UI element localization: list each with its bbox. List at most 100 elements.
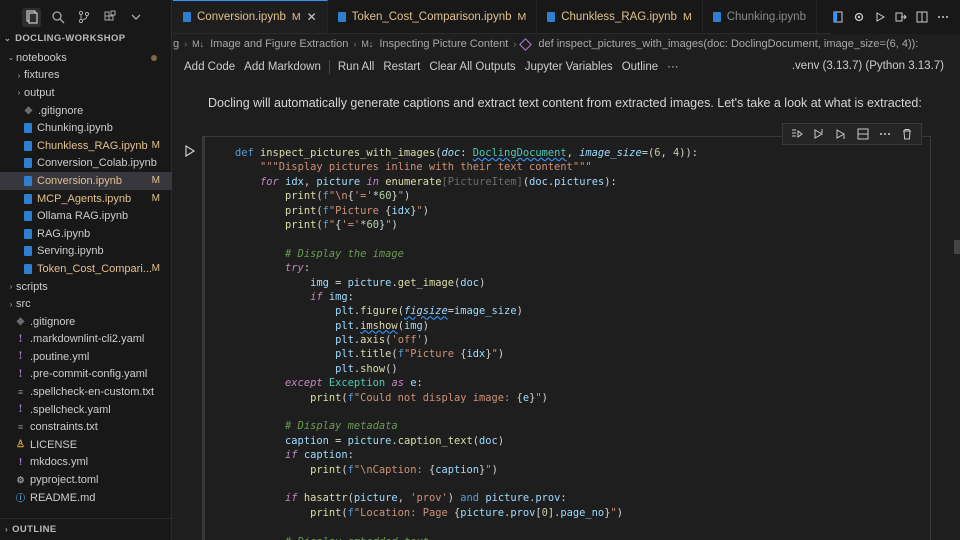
gear-icon[interactable]: [852, 10, 866, 24]
run-icon[interactable]: [873, 10, 887, 24]
file-item[interactable]: ! mkdocs.yml: [0, 454, 172, 472]
code-editor[interactable]: def inspect_pictures_with_images(doc: Do…: [235, 146, 698, 540]
yaml-file-icon: !: [18, 351, 23, 363]
add-markdown-button[interactable]: Add Markdown: [243, 61, 322, 73]
file-item[interactable]: Conversion.ipynb M: [0, 172, 172, 190]
breadcrumb-item-function[interactable]: def inspect_pictures_with_images(doc: Do…: [538, 38, 918, 50]
kernel-picker[interactable]: .venv (3.13.7) (Python 3.13.7): [792, 60, 944, 72]
add-code-button[interactable]: Add Code: [183, 61, 236, 73]
code-line: print(f"\nCaption: {caption}"): [310, 463, 498, 476]
sidebar-toolbar: [0, 0, 171, 34]
file-item[interactable]: MCP_Agents.ipynb M: [0, 190, 172, 208]
tab-chunking-ipynb[interactable]: Chunking.ipynb: [703, 0, 817, 33]
breadcrumb-item-section[interactable]: Image and Figure Extraction: [210, 38, 348, 50]
file-item[interactable]: ! .spellcheck.yaml: [0, 401, 172, 419]
close-icon[interactable]: ✕: [307, 10, 317, 24]
outline-button[interactable]: Outline: [621, 61, 659, 73]
tab-label: Chunking.ipynb: [726, 10, 806, 23]
file-item[interactable]: Chunkless_RAG.ipynb M: [0, 137, 172, 155]
markdown-cell-text: Docling will automatically generate capt…: [208, 96, 922, 110]
chevron-down-icon: ⌄: [4, 34, 12, 43]
file-item[interactable]: ◆ .gitignore: [0, 102, 172, 120]
file-label: Chunkless_RAG.ipynb: [37, 139, 148, 152]
editor-area: Conversion.ipynb M ✕ Token_Cost_Comparison.…: [173, 0, 960, 540]
source-control-icon[interactable]: [74, 8, 93, 27]
chevron-right-icon: ›: [17, 88, 21, 98]
code-line: # Display metadata: [285, 420, 398, 433]
tab-chunkless-rag-ipynb[interactable]: Chunkless_RAG.ipynb M: [537, 0, 703, 33]
workspace-title[interactable]: ⌄ DOCLING-WORKSHOP: [4, 33, 125, 44]
execute-above-icon[interactable]: [811, 126, 827, 142]
yaml-file-icon: !: [18, 368, 23, 380]
cell-focus-indicator: [202, 137, 205, 540]
execute-below-icon[interactable]: [833, 126, 849, 142]
nb-file-icon: [24, 228, 32, 239]
code-line: img = picture.get_image(doc): [310, 276, 486, 289]
code-line: def inspect_pictures_with_images(doc: Do…: [235, 147, 699, 159]
folder-item[interactable]: ⌄ notebooks: [0, 49, 172, 67]
code-line: plt.imshow(img): [335, 319, 429, 332]
folder-item[interactable]: › fixtures: [0, 67, 172, 85]
file-item[interactable]: Ollama RAG.ipynb: [0, 207, 172, 225]
run-all-button[interactable]: Run All: [337, 61, 375, 73]
folder-item[interactable]: › src: [0, 295, 172, 313]
nb-file-icon: [24, 140, 32, 151]
modified-badge: M: [151, 175, 160, 187]
file-item[interactable]: ⓘ README.md: [0, 489, 172, 507]
tab-token-cost-comparison-ipynb[interactable]: Token_Cost_Comparison.ipynb M: [328, 0, 538, 33]
file-label: src: [16, 298, 31, 311]
compare-changes-icon[interactable]: [894, 10, 908, 24]
tab-conversion-ipynb[interactable]: Conversion.ipynb M ✕: [173, 0, 328, 33]
yml-file-icon: !: [18, 456, 23, 468]
file-label: MCP_Agents.ipynb: [37, 192, 132, 205]
jupyter-variables-button[interactable]: Jupyter Variables: [524, 61, 614, 73]
breadcrumb-item-subsection[interactable]: Inspecting Picture Content: [379, 38, 508, 50]
clear-outputs-button[interactable]: Clear All Outputs: [428, 61, 516, 73]
code-line: if img:: [310, 290, 354, 303]
run-by-line-icon[interactable]: [789, 126, 805, 142]
file-item[interactable]: Conversion_Colab.ipynb: [0, 155, 172, 173]
more-cell-actions-icon[interactable]: [877, 126, 893, 142]
folder-item[interactable]: › output: [0, 84, 172, 102]
file-item[interactable]: ≡ constraints.txt: [0, 418, 172, 436]
code-line: try:: [285, 262, 311, 275]
nb-file-icon: [24, 123, 32, 134]
folder-item[interactable]: › scripts: [0, 278, 172, 296]
notebook-file-icon: [183, 12, 191, 22]
explorer-icon[interactable]: [22, 7, 41, 27]
file-item[interactable]: RAG.ipynb: [0, 225, 172, 243]
restart-button[interactable]: Restart: [382, 61, 421, 73]
chevron-down-icon[interactable]: [126, 8, 145, 27]
outline-section-header[interactable]: › OUTLINE: [0, 518, 172, 540]
more-actions-icon[interactable]: [936, 10, 950, 24]
search-icon[interactable]: [48, 8, 67, 27]
file-item[interactable]: Token_Cost_Compari... M: [0, 260, 172, 278]
extensions-icon[interactable]: [100, 8, 119, 27]
breadcrumb-lead[interactable]: g: [173, 38, 179, 50]
notebook-kernel-icon[interactable]: [831, 10, 845, 24]
file-item[interactable]: ⚙ pyproject.toml: [0, 471, 172, 489]
file-item[interactable]: ! .pre-commit-config.yaml: [0, 366, 172, 384]
file-item[interactable]: Chunking.ipynb: [0, 119, 172, 137]
file-item[interactable]: ♙ LICENSE: [0, 436, 172, 454]
code-line: print(f"Location: Page {picture.prov[0].…: [310, 506, 623, 519]
file-item[interactable]: Serving.ipynb: [0, 243, 172, 261]
file-item[interactable]: ≡ .spellcheck-en-custom.txt: [0, 383, 172, 401]
code-line: print(f"Could not display image: {e}"): [310, 391, 548, 404]
lic-file-icon: ♙: [16, 439, 25, 451]
markdown-icon: M↓: [192, 39, 205, 49]
file-item[interactable]: ◆ .gitignore: [0, 313, 172, 331]
split-cell-icon[interactable]: [855, 126, 871, 142]
file-label: RAG.ipynb: [37, 227, 91, 240]
run-cell-icon[interactable]: [183, 144, 197, 158]
trash-icon[interactable]: [899, 126, 915, 142]
notebook-toolbar: Add Code Add Markdown Run All Restart Cl…: [173, 54, 960, 80]
file-item[interactable]: ! .markdownlint-cli2.yaml: [0, 331, 172, 349]
split-editor-icon[interactable]: [915, 10, 929, 24]
more-toolbar-button[interactable]: ···: [666, 61, 680, 73]
file-item[interactable]: ! .poutine.yml: [0, 348, 172, 366]
code-line: except Exception as e:: [285, 377, 423, 390]
tab-label: Chunkless_RAG.ipynb: [561, 10, 677, 23]
scrollbar-thumb[interactable]: [954, 240, 960, 254]
